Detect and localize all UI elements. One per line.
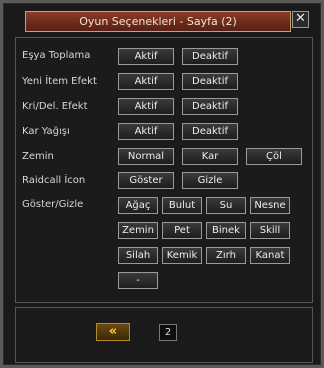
crit-effect-disable-button[interactable]: Deaktif	[182, 98, 238, 115]
footer-bar: « 2	[15, 307, 313, 363]
raidcall-hide-button[interactable]: Gizle	[182, 172, 238, 189]
options-window: Oyun Seçenekleri - Sayfa (2) ✕ Eşya Topl…	[0, 0, 324, 368]
filter-object-button[interactable]: Nesne	[250, 197, 290, 214]
options-panel: Eşya Toplama Yeni İtem Efekt Kri/Del. Ef…	[15, 37, 313, 303]
filter-wing-button[interactable]: Kanat	[250, 247, 290, 264]
ground-normal-button[interactable]: Normal	[118, 148, 174, 165]
snowfall-disable-button[interactable]: Deaktif	[182, 123, 238, 140]
filter-tree-button[interactable]: Ağaç	[118, 197, 158, 214]
crit-effect-enable-button[interactable]: Aktif	[118, 98, 174, 115]
close-icon[interactable]: ✕	[292, 11, 309, 28]
row-label-crit-effect: Kri/Del. Efekt	[22, 101, 88, 112]
ground-snow-button[interactable]: Kar	[182, 148, 238, 165]
row-label-new-item-effect: Yeni İtem Efekt	[22, 76, 97, 87]
filter-armor-button[interactable]: Zırh	[206, 247, 246, 264]
row-label-snowfall: Kar Yağışı	[22, 126, 70, 137]
filter-placeholder-button[interactable]: -	[118, 272, 158, 289]
filter-mount-button[interactable]: Binek	[206, 222, 246, 239]
filter-skill-button[interactable]: Skill	[250, 222, 290, 239]
item-pickup-disable-button[interactable]: Deaktif	[182, 48, 238, 65]
filter-ground-button[interactable]: Zemin	[118, 222, 158, 239]
new-item-effect-enable-button[interactable]: Aktif	[118, 73, 174, 90]
page-number: 2	[159, 324, 177, 341]
filter-water-button[interactable]: Su	[206, 197, 246, 214]
filter-cloud-button[interactable]: Bulut	[162, 197, 202, 214]
ground-desert-button[interactable]: Çöl	[246, 148, 302, 165]
filter-bone-button[interactable]: Kemik	[162, 247, 202, 264]
raidcall-show-button[interactable]: Göster	[118, 172, 174, 189]
new-item-effect-disable-button[interactable]: Deaktif	[182, 73, 238, 90]
previous-page-button[interactable]: «	[96, 323, 130, 341]
filter-pet-button[interactable]: Pet	[162, 222, 202, 239]
row-label-ground: Zemin	[22, 151, 54, 162]
row-label-item-pickup: Eşya Toplama	[22, 50, 91, 61]
row-label-raidcall-icon: Raidcall İcon	[22, 175, 86, 186]
snowfall-enable-button[interactable]: Aktif	[118, 123, 174, 140]
row-label-show-hide: Göster/Gizle	[22, 199, 84, 210]
filter-weapon-button[interactable]: Silah	[118, 247, 158, 264]
item-pickup-enable-button[interactable]: Aktif	[118, 48, 174, 65]
window-title: Oyun Seçenekleri - Sayfa (2)	[25, 11, 291, 32]
